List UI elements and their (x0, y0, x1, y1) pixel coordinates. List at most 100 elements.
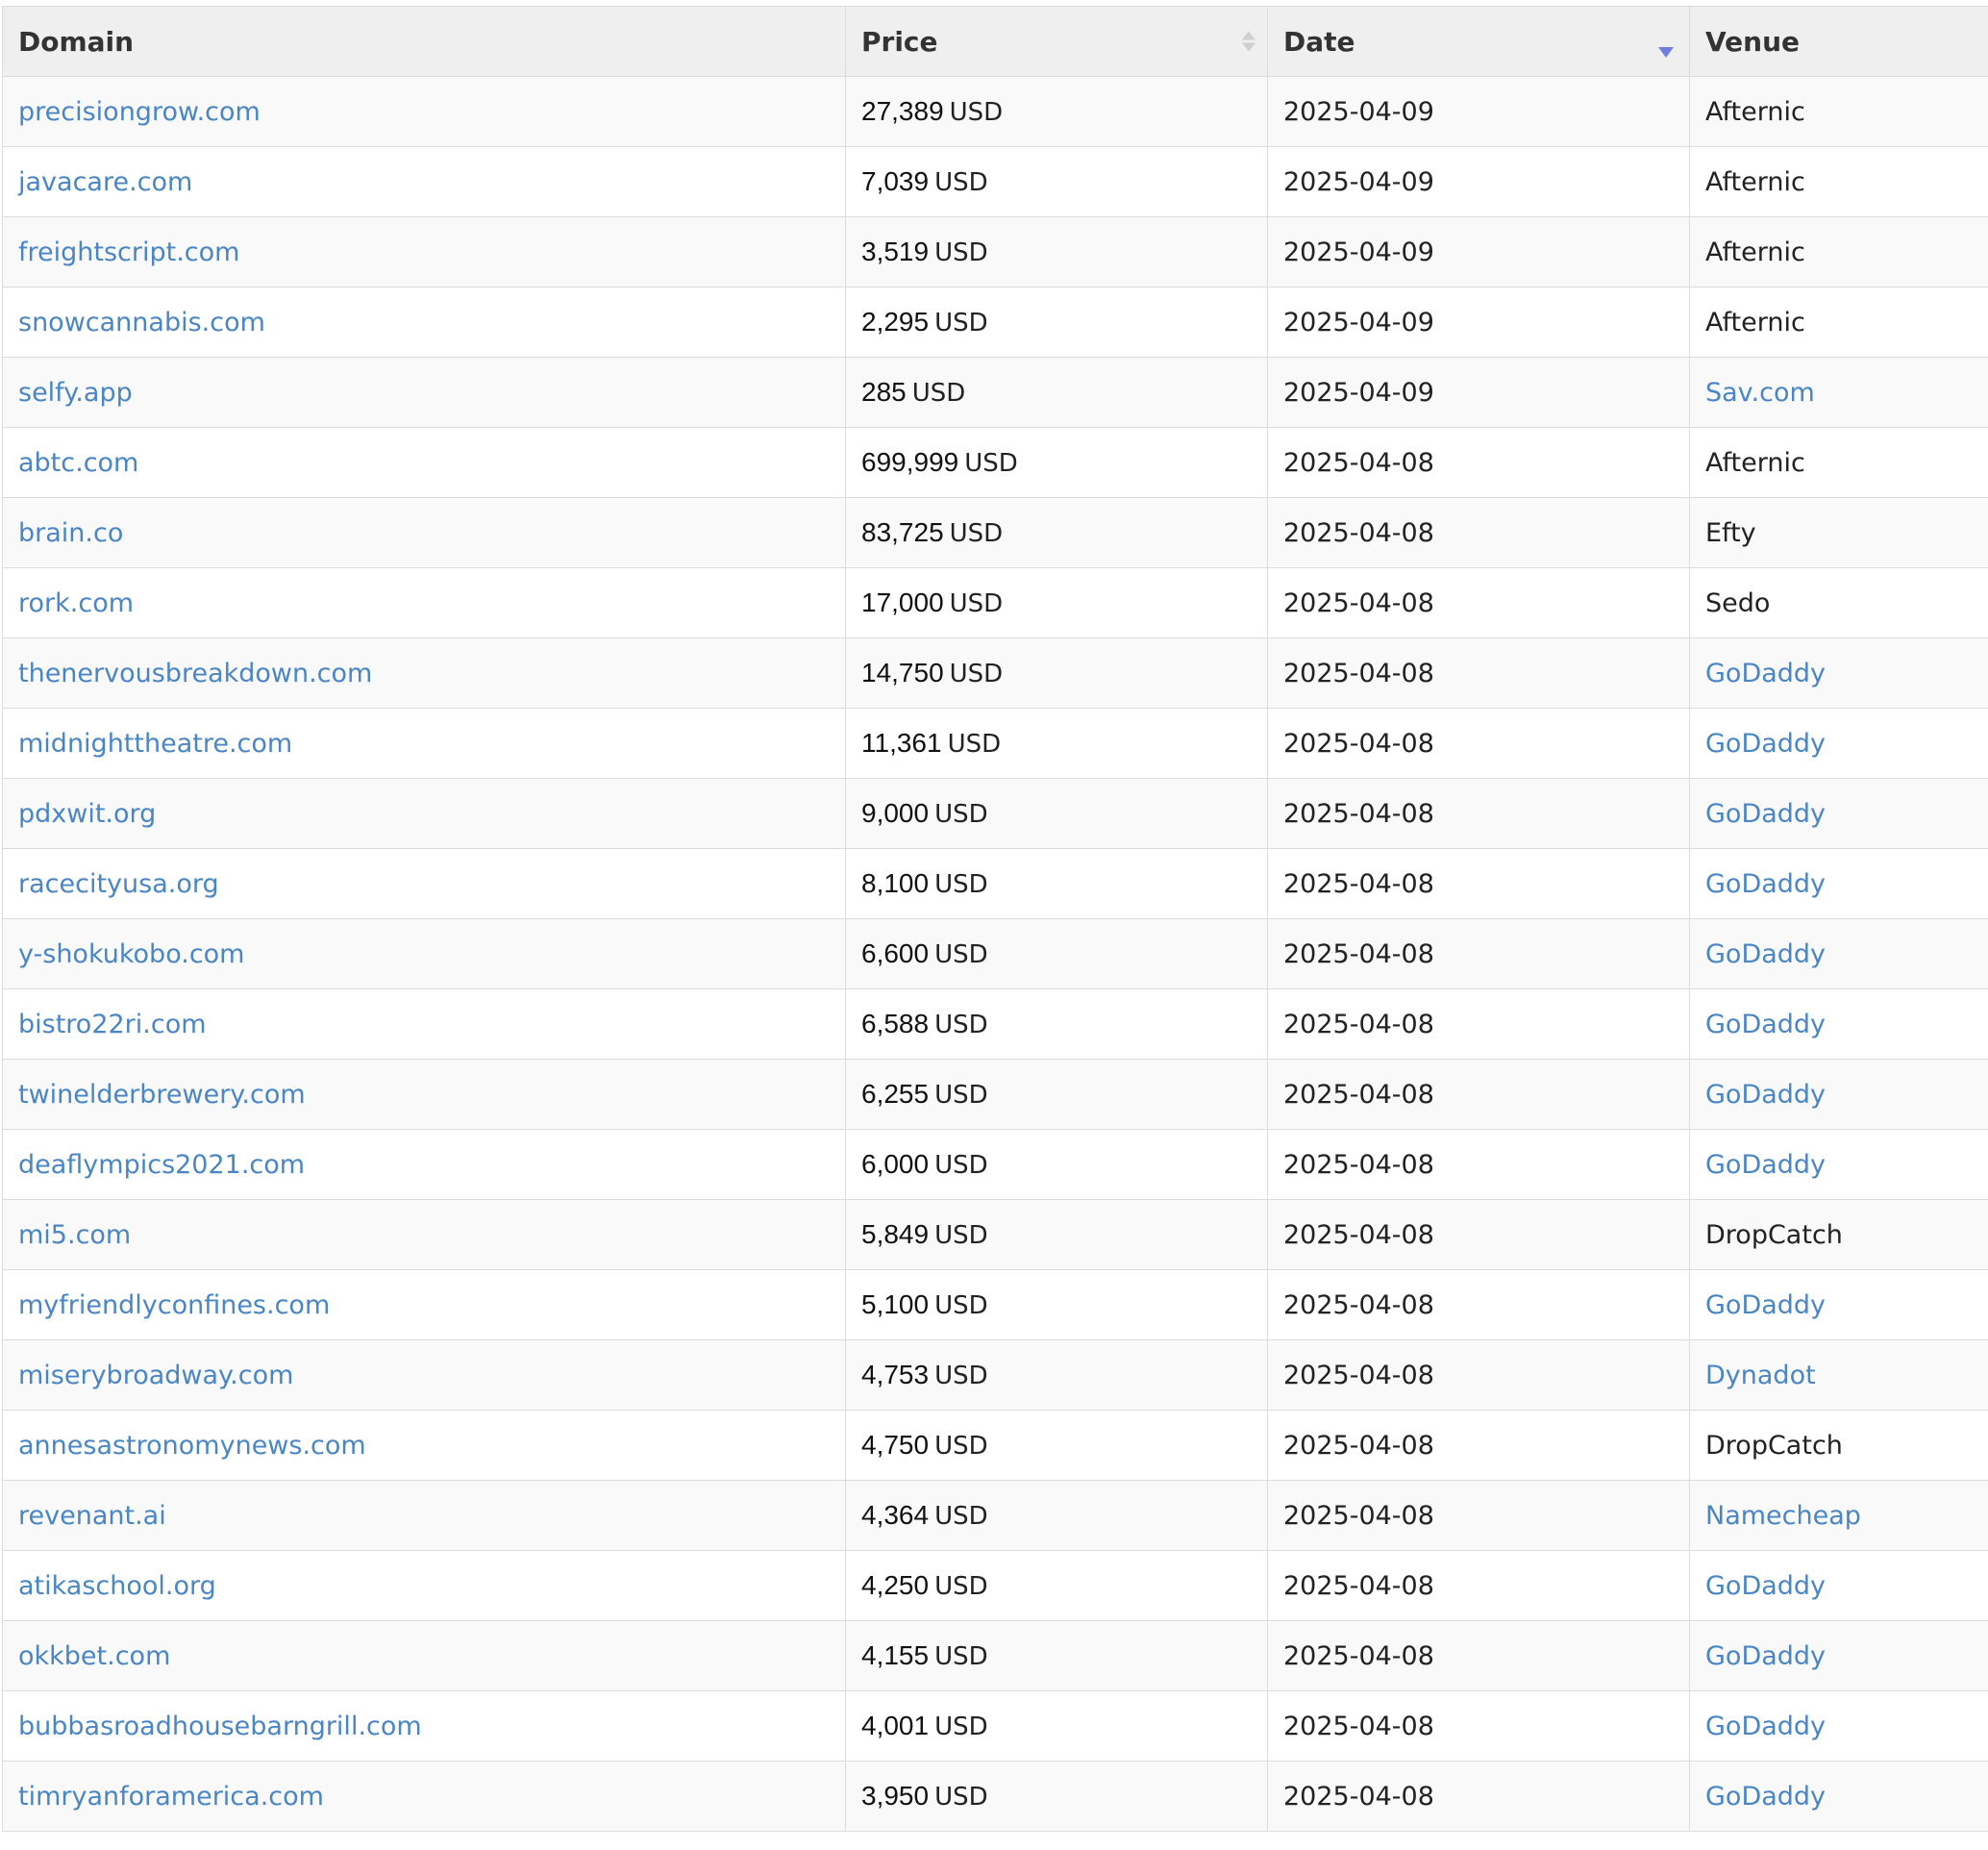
venue-cell: DropCatch (1689, 1199, 1988, 1270)
venue-text: Afternic (1705, 166, 1805, 197)
venue-text: Afternic (1705, 96, 1805, 127)
domain-link[interactable]: freightscript.com (18, 238, 239, 267)
domain-link[interactable]: miserybroadway.com (18, 1361, 293, 1390)
venue-cell: GoDaddy (1689, 778, 1988, 849)
venue-cell: GoDaddy (1689, 1129, 1988, 1200)
venue-cell: GoDaddy (1689, 708, 1988, 779)
venue-cell: Sedo (1689, 567, 1988, 638)
venue-link[interactable]: GoDaddy (1705, 1782, 1826, 1812)
venue-cell: Sav.com (1689, 357, 1988, 428)
venue-text: Efty (1705, 517, 1756, 548)
price-currency: USD (949, 660, 1004, 688)
venue-link[interactable]: Sav.com (1705, 378, 1815, 408)
price-currency: USD (934, 1432, 988, 1461)
venue-link[interactable]: GoDaddy (1705, 939, 1826, 969)
price-amount: 9,000 (861, 798, 930, 828)
venue-text: Afternic (1705, 237, 1805, 267)
price-cell: 11,361 USD (845, 708, 1268, 779)
domain-link[interactable]: timryanforamerica.com (18, 1782, 324, 1812)
column-header-label: Venue (1705, 25, 1800, 58)
venue-link[interactable]: GoDaddy (1705, 1080, 1826, 1110)
venue-link[interactable]: GoDaddy (1705, 799, 1826, 829)
venue-text: DropCatch (1705, 1430, 1843, 1461)
table-row: snowcannabis.com 2,295 USD 2025-04-09 Aftern… (2, 287, 1988, 358)
domain-link[interactable]: twinelderbrewery.com (18, 1080, 306, 1110)
venue-text: DropCatch (1705, 1219, 1843, 1250)
domain-link[interactable]: abtc.com (18, 448, 138, 478)
venue-cell: Dynadot (1689, 1339, 1988, 1411)
venue-link[interactable]: GoDaddy (1705, 1010, 1826, 1039)
venue-link[interactable]: GoDaddy (1705, 1641, 1826, 1671)
price-cell: 3,519 USD (845, 216, 1268, 288)
domain-cell: javacare.com (2, 146, 846, 217)
column-header-label: Price (861, 25, 938, 58)
price-cell: 4,364 USD (845, 1480, 1268, 1551)
column-header-domain[interactable]: Domain (2, 6, 846, 77)
price-cell: 6,588 USD (845, 988, 1268, 1060)
venue-link[interactable]: GoDaddy (1705, 1290, 1826, 1320)
date-cell: 2025-04-09 (1267, 287, 1690, 358)
domain-cell: midnighttheatre.com (2, 708, 846, 779)
sort-unsorted-icon (1242, 31, 1255, 52)
price-currency: USD (949, 519, 1004, 548)
domain-cell: brain.co (2, 497, 846, 568)
domain-cell: selfy.app (2, 357, 846, 428)
domain-link[interactable]: annesastronomynews.com (18, 1431, 366, 1461)
domain-link[interactable]: okkbet.com (18, 1641, 170, 1671)
domain-link[interactable]: midnighttheatre.com (18, 729, 292, 759)
domain-link[interactable]: y-shokukobo.com (18, 939, 245, 969)
venue-link[interactable]: Namecheap (1705, 1501, 1861, 1531)
venue-link[interactable]: GoDaddy (1705, 1712, 1826, 1741)
domain-link[interactable]: precisiongrow.com (18, 97, 261, 127)
date-cell: 2025-04-09 (1267, 76, 1690, 147)
domain-link[interactable]: deaflympics2021.com (18, 1150, 305, 1180)
venue-link[interactable]: Dynadot (1705, 1361, 1816, 1390)
venue-cell: Afternic (1689, 287, 1988, 358)
venue-link[interactable]: GoDaddy (1705, 869, 1826, 899)
venue-link[interactable]: GoDaddy (1705, 1571, 1826, 1601)
table-row: brain.co 83,725 USD 2025-04-08 Efty (2, 497, 1988, 568)
price-amount: 27,389 (861, 96, 944, 126)
domain-link[interactable]: javacare.com (18, 167, 192, 197)
domain-link[interactable]: bistro22ri.com (18, 1010, 207, 1039)
domain-link[interactable]: revenant.ai (18, 1501, 166, 1531)
date-cell: 2025-04-08 (1267, 1339, 1690, 1411)
table-row: timryanforamerica.com 3,950 USD 2025-04-08 G… (2, 1761, 1988, 1832)
domain-link[interactable]: mi5.com (18, 1220, 131, 1250)
date-cell: 2025-04-08 (1267, 1059, 1690, 1130)
domain-link[interactable]: snowcannabis.com (18, 308, 265, 338)
venue-link[interactable]: GoDaddy (1705, 659, 1826, 688)
date-cell: 2025-04-09 (1267, 146, 1690, 217)
domain-link[interactable]: myfriendlyconfines.com (18, 1290, 330, 1320)
domain-link[interactable]: bubbasroadhousebarngrill.com (18, 1712, 422, 1741)
venue-link[interactable]: GoDaddy (1705, 1150, 1826, 1180)
domain-link[interactable]: atikaschool.org (18, 1571, 216, 1601)
date-cell: 2025-04-08 (1267, 778, 1690, 849)
date-cell: 2025-04-08 (1267, 708, 1690, 779)
domain-link[interactable]: brain.co (18, 518, 123, 548)
venue-link[interactable]: GoDaddy (1705, 729, 1826, 759)
domain-cell: abtc.com (2, 427, 846, 498)
date-cell: 2025-04-08 (1267, 1761, 1690, 1832)
table-row: thenervousbreakdown.com 14,750 USD 2025-04-… (2, 638, 1988, 709)
price-amount: 5,849 (861, 1219, 930, 1249)
column-header-price[interactable]: Price (845, 6, 1268, 77)
price-currency: USD (934, 1502, 988, 1531)
table-row: abtc.com 699,999 USD 2025-04-08 Afternic (2, 427, 1988, 498)
domain-link[interactable]: pdxwit.org (18, 799, 156, 829)
domain-link[interactable]: rork.com (18, 588, 134, 618)
price-amount: 699,999 (861, 447, 959, 477)
column-header-venue[interactable]: Venue (1689, 6, 1988, 77)
table-row: revenant.ai 4,364 USD 2025-04-08 Namecheap (2, 1480, 1988, 1551)
domain-link[interactable]: racecityusa.org (18, 869, 219, 899)
price-cell: 5,100 USD (845, 1269, 1268, 1340)
price-cell: 17,000 USD (845, 567, 1268, 638)
domain-sales-table: Domain Price Date Venue precisiongrow.co… (2, 6, 1988, 1832)
domain-cell: thenervousbreakdown.com (2, 638, 846, 709)
column-header-date[interactable]: Date (1267, 6, 1690, 77)
date-cell: 2025-04-08 (1267, 638, 1690, 709)
venue-cell: GoDaddy (1689, 1761, 1988, 1832)
domain-link[interactable]: selfy.app (18, 378, 133, 408)
domain-link[interactable]: thenervousbreakdown.com (18, 659, 372, 688)
table-row: midnighttheatre.com 11,361 USD 2025-04-08 Go… (2, 708, 1988, 779)
